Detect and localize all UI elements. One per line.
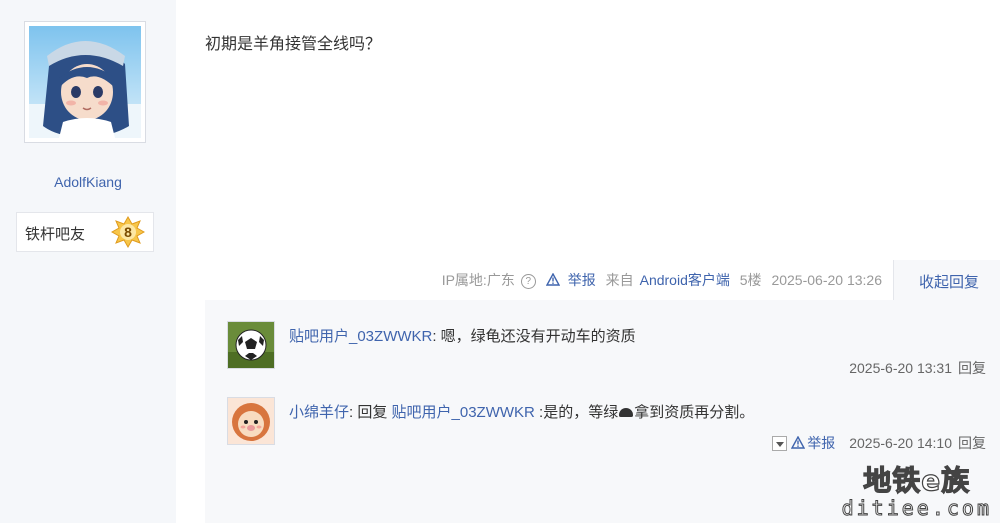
- source-text: 来自 Android客户端: [605, 272, 730, 288]
- reply-body-tail: 拿到资质再分割。: [634, 404, 755, 421]
- reply-avatar-soccer[interactable]: [227, 321, 275, 369]
- avatar-image: [29, 26, 141, 138]
- post-content: 初期是羊角接管全线吗？: [205, 36, 382, 53]
- site-watermark: 地铁e族 ditiee.com: [841, 464, 992, 520]
- author-avatar[interactable]: [24, 21, 146, 143]
- dropdown-toggle-icon[interactable]: [772, 436, 788, 451]
- level-name: 铁杆吧友: [25, 226, 86, 243]
- turtle-emoji-icon: [619, 408, 634, 417]
- reply-button[interactable]: 回复: [958, 435, 986, 451]
- ip-location-text: IP属地:广东: [441, 272, 515, 288]
- floor-number: 5楼: [739, 272, 762, 288]
- reply-body: 嗯，绿龟还没有开动车的资质: [436, 328, 636, 345]
- collapse-replies-button[interactable]: 收起回复: [919, 271, 979, 292]
- reply-timestamp: 2025-6-20 13:31: [849, 360, 952, 376]
- author-sidebar: AdolfKiang 铁杆吧友 8: [0, 0, 176, 523]
- ip-location: IP属地:广东?: [436, 272, 536, 289]
- warning-icon: [791, 436, 806, 449]
- reply-footer-2: 举报 2025-6-20 14:10 回复: [772, 433, 986, 453]
- level-star-icon: 8: [110, 215, 146, 249]
- post-meta: IP属地:广东? 举报 来自 Android客户端 5楼 2025-06-20 1…: [430, 270, 882, 290]
- reply-username[interactable]: 贴吧用户_03ZWWKR: [289, 328, 432, 345]
- author-level-badge[interactable]: 铁杆吧友 8: [16, 212, 154, 252]
- client-link[interactable]: Android客户端: [640, 272, 730, 288]
- reply-prefix: 回复: [357, 404, 392, 421]
- watermark-logo-text: 地铁e族: [863, 464, 971, 497]
- reply-text-2: 小绵羊仔: 回复 贴吧用户_03ZWWKR :是的，等绿 拿到资质再分割。: [289, 401, 754, 422]
- level-number: 8: [124, 224, 132, 240]
- reply-footer-1: 2025-6-20 13:31 回复: [849, 358, 986, 378]
- reply-to-username[interactable]: 贴吧用户_03ZWWKR: [392, 404, 535, 421]
- report-label: 举报: [567, 272, 596, 288]
- author-username[interactable]: AdolfKiang: [0, 174, 176, 190]
- reply-timestamp: 2025-6-20 14:10: [849, 435, 952, 451]
- reply-report-button[interactable]: 举报: [791, 435, 835, 451]
- watermark-domain: ditiee.com: [841, 496, 992, 520]
- warning-icon: [545, 273, 560, 286]
- reply-username[interactable]: 小绵羊仔: [289, 404, 349, 421]
- report-label: 举报: [807, 435, 836, 451]
- reply-panel: 贴吧用户_03ZWWKR: 嗯，绿龟还没有开动车的资质 2025-6-20 13…: [205, 300, 1000, 523]
- reply-avatar-lion[interactable]: [227, 397, 275, 445]
- report-button[interactable]: 举报: [545, 272, 596, 288]
- collapse-replies-tab: 收起回复: [893, 260, 1000, 300]
- help-icon[interactable]: ?: [520, 274, 536, 289]
- post-timestamp: 2025-06-20 13:26: [771, 272, 882, 288]
- reply-body: :是的，等绿: [534, 404, 619, 421]
- reply-text-1: 贴吧用户_03ZWWKR: 嗯，绿龟还没有开动车的资质: [289, 325, 636, 346]
- reply-button[interactable]: 回复: [958, 360, 986, 376]
